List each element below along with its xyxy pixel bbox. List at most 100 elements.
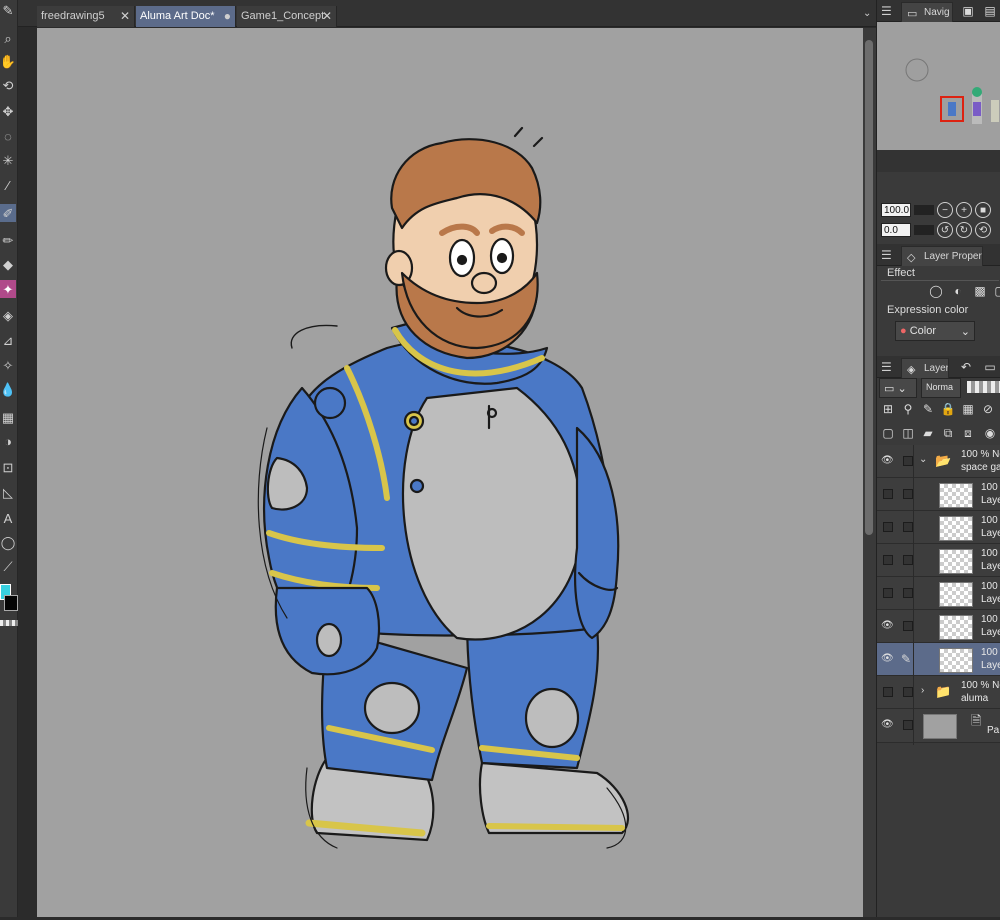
new-vector-layer-icon[interactable]: ◫ — [899, 424, 917, 442]
layer-row-selected[interactable]: 👁 ✎ 100 Laye — [877, 643, 1000, 676]
chevron-down-icon[interactable]: ⌄ — [919, 454, 927, 465]
pencil-icon[interactable]: ✏ — [0, 231, 16, 249]
chevron-right-icon[interactable]: › — [921, 685, 924, 696]
visibility-check[interactable] — [883, 588, 893, 598]
zoom-value[interactable]: 100.0 — [881, 203, 911, 217]
correct-line-icon[interactable]: ⟋ — [0, 557, 16, 575]
panel-menu-icon[interactable]: ☰ — [881, 360, 892, 374]
tab-freedrawing5[interactable]: freedrawing5 ✕ — [37, 6, 135, 27]
tab-list-chevron-icon[interactable]: ⌄ — [863, 8, 871, 19]
draft-layer-icon[interactable]: ✎ — [919, 400, 937, 418]
eraser-icon[interactable]: ◆ — [0, 255, 16, 273]
fit-view-icon[interactable]: ■ — [975, 202, 991, 218]
visibility-check[interactable] — [883, 555, 893, 565]
brush-icon[interactable]: ✦ — [0, 280, 16, 298]
lock-check[interactable] — [903, 522, 913, 532]
magic-wand-icon[interactable]: ✳ — [0, 151, 16, 169]
merge-down-icon[interactable]: ⧈ — [959, 424, 977, 442]
blend-icon[interactable]: 💧 — [0, 380, 16, 398]
lock-check[interactable] — [903, 720, 913, 730]
close-icon[interactable]: ✕ — [322, 9, 332, 23]
rotation-slider[interactable] — [914, 225, 934, 235]
transparent-color-swatch[interactable] — [0, 620, 18, 626]
tab-game1-concept[interactable]: Game1_Concept ✕ — [237, 6, 337, 27]
zoom-slider[interactable] — [914, 205, 934, 215]
new-folder-icon[interactable]: ▰ — [919, 424, 937, 442]
expression-color-select[interactable]: ● Color ⌄ — [895, 321, 975, 341]
mask-enable-icon[interactable]: ⊘ — [979, 400, 997, 418]
lock-icon[interactable]: 🔒 — [939, 400, 957, 418]
move-icon[interactable]: ✥ — [0, 102, 16, 120]
lock-check[interactable] — [903, 456, 913, 466]
sub-view-icon[interactable]: ▣ — [959, 2, 977, 20]
visibility-check[interactable] — [883, 522, 893, 532]
zoom-out-icon[interactable]: − — [937, 202, 953, 218]
eye-icon[interactable]: 👁 — [881, 455, 894, 467]
hand-icon[interactable]: ✋ — [0, 52, 16, 70]
visibility-check[interactable] — [883, 489, 893, 499]
rotate-icon[interactable]: ⟲ — [0, 76, 16, 94]
fill-bucket-icon[interactable]: ◈ — [0, 306, 16, 324]
zoom-in-icon[interactable]: + — [956, 202, 972, 218]
tab-layer[interactable]: ◈ Layer — [901, 358, 949, 378]
tab-aluma-art-doc[interactable]: Aluma Art Doc* ● — [136, 6, 236, 27]
history-icon[interactable]: ↶ — [957, 358, 975, 376]
tone-icon[interactable]: ▩ — [971, 282, 989, 300]
airbrush-icon[interactable]: ⊿ — [0, 331, 16, 349]
border-effect-icon[interactable]: ◯ — [927, 282, 945, 300]
clip-lower-icon[interactable]: ⊞ — [879, 400, 897, 418]
scrollbar-thumb[interactable] — [865, 40, 873, 535]
rotation-value[interactable]: 0.0 — [881, 223, 911, 237]
modified-dot-icon[interactable]: ● — [224, 9, 231, 23]
reference-layer-icon[interactable]: ⚲ — [899, 400, 917, 418]
figure-icon[interactable]: ◑ — [0, 432, 16, 450]
reset-rotation-icon[interactable]: ⟲ — [975, 222, 991, 238]
rotate-left-icon[interactable]: ↺ — [937, 222, 953, 238]
lock-check[interactable] — [903, 621, 913, 631]
info-icon[interactable]: ▤ — [981, 2, 999, 20]
eye-icon[interactable]: 👁 — [881, 719, 894, 731]
lock-check[interactable] — [903, 588, 913, 598]
opacity-slider[interactable] — [967, 381, 1000, 393]
panel-menu-icon[interactable]: ☰ — [881, 248, 892, 262]
mask-icon[interactable]: ◉ — [981, 424, 999, 442]
lock-transparency-icon[interactable]: ▦ — [959, 400, 977, 418]
decoration-icon[interactable]: ✧ — [0, 356, 16, 374]
layer-row-aluma[interactable]: › 📁 100 % No aluma — [877, 676, 1000, 709]
zoom-icon[interactable]: ⌕ — [0, 29, 16, 47]
balloon-icon[interactable]: ◯ — [0, 533, 16, 551]
new-raster-layer-icon[interactable]: ▢ — [879, 424, 897, 442]
frame-icon[interactable]: ⊡ — [0, 458, 16, 476]
rotate-right-icon[interactable]: ↻ — [956, 222, 972, 238]
close-icon[interactable]: ✕ — [120, 9, 130, 23]
gradient-icon[interactable]: ▦ — [0, 408, 16, 426]
canvas-area[interactable] — [37, 28, 863, 917]
layer-row-paper[interactable]: 👁 🗎 Pa — [877, 709, 1000, 743]
pen-icon[interactable]: ✐ — [0, 204, 16, 222]
layer-row[interactable]: 100 Laye — [877, 511, 1000, 544]
lock-check[interactable] — [903, 687, 913, 697]
layer-row[interactable]: 👁 100 Laye — [877, 610, 1000, 643]
eyedropper-icon[interactable]: ⁄ — [0, 176, 16, 194]
layer-row[interactable]: 100 Laye — [877, 544, 1000, 577]
eye-icon[interactable]: 👁 — [881, 620, 894, 632]
layer-row[interactable]: 100 Laye — [877, 478, 1000, 511]
text-icon[interactable]: A — [0, 509, 16, 527]
panel-menu-icon[interactable]: ☰ — [881, 4, 892, 18]
layer-color-icon[interactable]: ▢ — [991, 282, 1000, 300]
layer-row-space-gal[interactable]: 👁 ⌄ 📂 100 % No space ga — [877, 445, 1000, 478]
eye-icon[interactable]: 👁 — [881, 653, 894, 665]
blend-mode-select[interactable]: Norma — [921, 378, 961, 398]
transfer-down-icon[interactable]: ⧉ — [939, 424, 957, 442]
pen-tool-icon[interactable]: ✎ — [0, 1, 16, 19]
lock-check[interactable] — [903, 489, 913, 499]
ruler-icon[interactable]: ◺ — [0, 483, 16, 501]
layer-palette-type-select[interactable]: ▭ ⌄ — [879, 378, 917, 398]
lasso-icon[interactable]: ◌ — [0, 127, 16, 145]
auto-action-icon[interactable]: ▭ — [981, 358, 999, 376]
layer-row[interactable]: 100 Laye — [877, 577, 1000, 610]
tab-layer-property[interactable]: ◇ Layer Proper — [901, 246, 983, 266]
navigator-preview[interactable] — [877, 22, 1000, 172]
sub-color-swatch[interactable] — [4, 595, 18, 611]
visibility-check[interactable] — [883, 687, 893, 697]
